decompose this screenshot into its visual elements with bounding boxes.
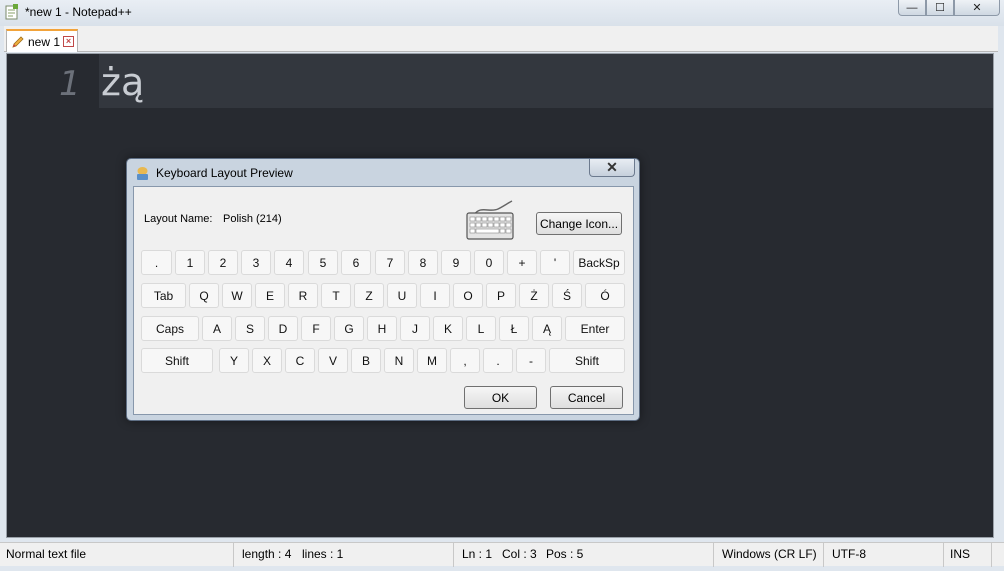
key[interactable]: 7: [375, 250, 405, 275]
status-encoding[interactable]: UTF-8: [826, 543, 944, 567]
key[interactable]: Y: [219, 348, 249, 373]
ok-button[interactable]: OK: [464, 386, 537, 409]
dialog-close-button[interactable]: ✕: [589, 159, 635, 177]
status-pos: Pos : 5: [540, 543, 714, 567]
key[interactable]: Ś: [552, 283, 582, 308]
key[interactable]: +: [507, 250, 537, 275]
pencil-icon: [12, 35, 24, 48]
keyboard-layout-icon: [137, 166, 148, 180]
key[interactable]: Ó: [585, 283, 625, 308]
dialog-body: Layout Name: Polish (214) Change Icon...…: [133, 186, 634, 415]
key[interactable]: 4: [274, 250, 304, 275]
key[interactable]: ,: [450, 348, 480, 373]
key[interactable]: N: [384, 348, 414, 373]
key[interactable]: T: [321, 283, 351, 308]
keyboard-icon: [466, 200, 514, 240]
layout-name-value: Polish (214): [223, 213, 282, 225]
line-number-gutter: [7, 54, 99, 537]
notepad-app-icon: [5, 4, 18, 20]
key[interactable]: D: [268, 316, 298, 341]
key[interactable]: 2: [208, 250, 238, 275]
dialog-title-bar[interactable]: Keyboard Layout Preview: [135, 164, 293, 182]
key[interactable]: -: [516, 348, 546, 373]
key[interactable]: 0: [474, 250, 504, 275]
key-caps[interactable]: Caps: [141, 316, 199, 341]
key[interactable]: B: [351, 348, 381, 373]
key[interactable]: A: [202, 316, 232, 341]
key[interactable]: M: [417, 348, 447, 373]
key-shift-left[interactable]: Shift: [141, 348, 213, 373]
status-ln: Ln : 1: [462, 547, 493, 561]
key[interactable]: X: [252, 348, 282, 373]
key[interactable]: .: [141, 250, 172, 275]
key[interactable]: 8: [408, 250, 438, 275]
line-number: 1: [59, 64, 81, 104]
key-backspace[interactable]: BackSp: [573, 250, 625, 275]
change-icon-button[interactable]: Change Icon...: [536, 212, 622, 235]
key[interactable]: 1: [175, 250, 205, 275]
key[interactable]: 6: [341, 250, 371, 275]
close-tab-icon[interactable]: ×: [63, 36, 75, 47]
key[interactable]: Ż: [519, 283, 549, 308]
window-title: *new 1 - Notepad++: [25, 5, 132, 19]
tab-new-1[interactable]: new 1 ×: [6, 29, 78, 52]
title-bar[interactable]: *new 1 - Notepad++ — ☐ ✕: [0, 0, 1004, 26]
key-tab[interactable]: Tab: [141, 283, 186, 308]
key[interactable]: V: [318, 348, 348, 373]
layout-name-label: Layout Name:: [144, 213, 213, 225]
key[interactable]: K: [433, 316, 463, 341]
key[interactable]: Z: [354, 283, 384, 308]
status-mode: INS: [944, 543, 992, 567]
key-shift-right[interactable]: Shift: [549, 348, 625, 373]
cancel-button[interactable]: Cancel: [550, 386, 623, 409]
current-line-highlight: [99, 54, 993, 108]
key[interactable]: G: [334, 316, 364, 341]
tab-label: new 1: [28, 34, 61, 49]
status-col: Col : 3: [502, 547, 537, 561]
key[interactable]: Ł: [499, 316, 529, 341]
key[interactable]: J: [400, 316, 430, 341]
key[interactable]: S: [235, 316, 265, 341]
status-bar: Normal text file length : 4 lines : 1 Ln…: [0, 542, 1004, 567]
key[interactable]: U: [387, 283, 417, 308]
keyboard-layout-dialog: Keyboard Layout Preview ✕ Layout Name: P…: [126, 158, 640, 421]
dialog-title: Keyboard Layout Preview: [156, 166, 293, 180]
line-text[interactable]: żą: [101, 60, 144, 104]
key[interactable]: R: [288, 283, 318, 308]
status-length: length : 4: [242, 547, 292, 561]
key[interactable]: Ą: [532, 316, 562, 341]
close-button[interactable]: ✕: [954, 0, 1000, 16]
key[interactable]: .: [483, 348, 513, 373]
key[interactable]: W: [222, 283, 252, 308]
status-lines: lines : 1: [296, 543, 454, 567]
key[interactable]: 3: [241, 250, 271, 275]
key[interactable]: L: [466, 316, 496, 341]
key[interactable]: ': [540, 250, 570, 275]
status-filetype: Normal text file: [0, 543, 234, 567]
tab-bar: new 1 ×: [4, 26, 998, 52]
key[interactable]: 9: [441, 250, 471, 275]
key-enter[interactable]: Enter: [565, 316, 625, 341]
key[interactable]: P: [486, 283, 516, 308]
maximize-button[interactable]: ☐: [926, 0, 954, 16]
key[interactable]: C: [285, 348, 315, 373]
key[interactable]: F: [301, 316, 331, 341]
minimize-button[interactable]: —: [898, 0, 926, 16]
key[interactable]: H: [367, 316, 397, 341]
key[interactable]: I: [420, 283, 450, 308]
key[interactable]: 5: [308, 250, 338, 275]
key[interactable]: O: [453, 283, 483, 308]
key[interactable]: E: [255, 283, 285, 308]
status-eol[interactable]: Windows (CR LF): [716, 543, 824, 567]
key[interactable]: Q: [189, 283, 219, 308]
